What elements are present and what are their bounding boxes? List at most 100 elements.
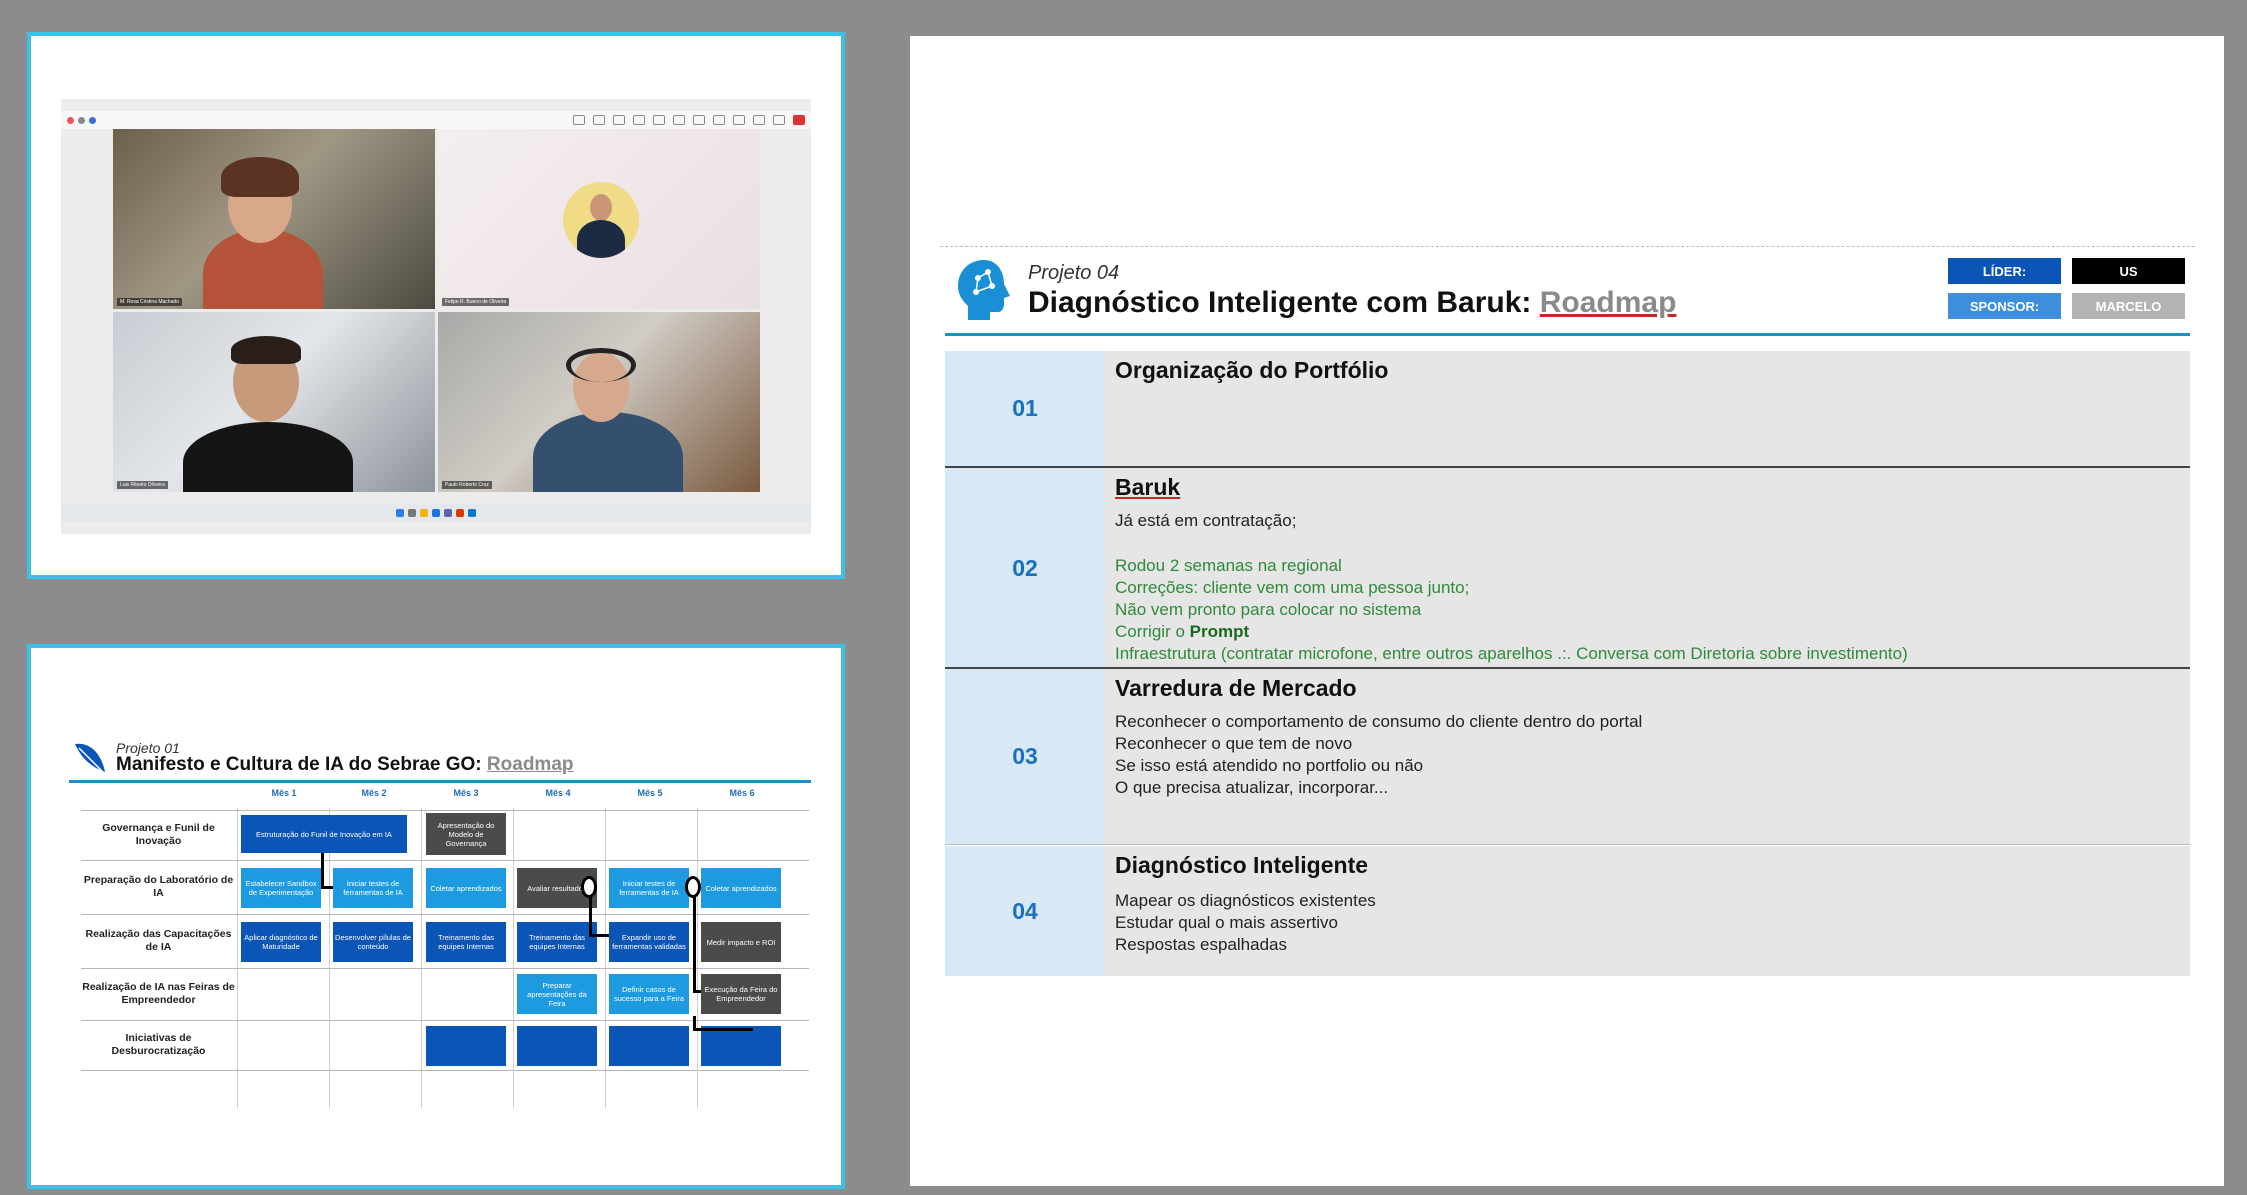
participant-name: Paulo Roberto Cruz	[442, 481, 492, 489]
section-title: Varredura de Mercado	[1115, 675, 1357, 701]
section-text: Não vem pronto para colocar no sistema	[1115, 600, 1422, 619]
taskbar	[61, 504, 811, 522]
section-title: Baruk	[1115, 474, 1181, 500]
maximize-dot-icon[interactable]	[89, 116, 96, 124]
task-cell: Expandir uso de ferramentas validadas	[609, 922, 689, 962]
row-label: Realização das Capacitações de IA	[85, 928, 232, 953]
task-block	[517, 1026, 597, 1066]
section-text: Respostas espalhadas	[1115, 935, 1288, 954]
close-dot-icon[interactable]	[67, 116, 74, 124]
task-block	[609, 1026, 689, 1066]
slide-title: Diagnóstico Inteligente com Baruk: Roadm…	[1028, 286, 1677, 319]
mail-icon[interactable]	[468, 509, 476, 517]
task-cell: Medir impacto e ROI	[701, 922, 781, 962]
task-cell: Definir casos de sucesso para a Feira	[609, 974, 689, 1014]
more-icon[interactable]	[713, 115, 725, 125]
section-title: Organização do Portfólio	[1115, 357, 1389, 383]
task-cell: Treinamento das equipes Internas	[517, 922, 597, 962]
participant-name: Luis Ribeiro Oliveira	[117, 481, 168, 489]
connector-node	[581, 876, 597, 898]
connector	[693, 990, 701, 993]
camera-icon[interactable]	[733, 115, 745, 125]
connector	[589, 934, 609, 937]
leave-call-icon[interactable]	[793, 115, 805, 125]
section-text: Correções: cliente vem com uma pessoa ju…	[1115, 578, 1470, 597]
month-header: Mês 6	[729, 788, 755, 798]
brain-head-icon	[958, 260, 1010, 320]
view-icon[interactable]	[653, 115, 665, 125]
month-header: Mês 3	[453, 788, 479, 798]
title-underline	[69, 780, 811, 783]
rooms-icon[interactable]	[673, 115, 685, 125]
participant-tile[interactable]: Luis Ribeiro Oliveira	[113, 312, 435, 492]
section-text: Mapear os diagnósticos existentes	[1115, 891, 1376, 910]
roadmap-slide-projeto-04: Projeto 04 Diagnóstico Inteligente com B…	[910, 36, 2224, 1186]
task-cell: Coletar aprendizados	[701, 868, 781, 908]
section-text: Reconhecer o comportamento de consumo do…	[1115, 712, 1643, 731]
task-cell: Iniciar testes de ferramentas de IA	[333, 868, 413, 908]
participant-tile[interactable]: Felipe R. Bueno de Oliveira	[438, 129, 760, 309]
section-divider	[945, 844, 2190, 845]
react-icon[interactable]	[633, 115, 645, 125]
connector	[321, 886, 333, 889]
roadmap-section-01: 01 Organização do Portfólio	[945, 351, 2190, 466]
section-number: 02	[945, 468, 1105, 668]
app-icon[interactable]	[456, 509, 464, 517]
section-text: Já está em contratação;	[1115, 511, 1297, 530]
roadmap-section-02: 02 Baruk Já está em contratação; Rodou 2…	[945, 468, 2190, 668]
row-label: Iniciativas de Desburocratização	[111, 1032, 206, 1057]
start-icon[interactable]	[396, 509, 404, 517]
share-icon[interactable]	[773, 115, 785, 125]
people-icon[interactable]	[593, 115, 605, 125]
task-cell: Iniciar testes de ferramentas de IA	[609, 868, 689, 908]
sponsor-value: MARCELO	[2072, 293, 2185, 319]
connector	[693, 1028, 753, 1031]
search-icon[interactable]	[408, 509, 416, 517]
month-header: Mês 1	[271, 788, 297, 798]
row-label: Preparação do Laboratório de IA	[83, 874, 234, 899]
chat-icon[interactable]	[573, 115, 585, 125]
task-cell: Execução da Feira do Empreendedor	[701, 974, 781, 1014]
section-text: Estudar qual o mais assertivo	[1115, 913, 1338, 932]
avatar	[563, 182, 639, 258]
browser-icon[interactable]	[432, 509, 440, 517]
month-header: Mês 4	[545, 788, 571, 798]
task-cell: Estruturação do Funil de Inovação em IA	[241, 815, 407, 853]
task-cell: Preparar apresentações da Feira	[517, 974, 597, 1014]
divider	[940, 246, 2195, 247]
roadmap-section-04: 04 Diagnóstico Inteligente Mapear os dia…	[945, 846, 2190, 976]
video-call-screenshot: M. Rosa Cristina Machado Felipe R. Bueno…	[27, 32, 845, 579]
section-text: O que precisa atualizar, incorporar...	[1115, 778, 1389, 797]
section-title: Diagnóstico Inteligente	[1115, 852, 1369, 878]
mic-icon[interactable]	[753, 115, 765, 125]
section-number: 04	[945, 846, 1105, 976]
connector-node	[685, 876, 701, 898]
minimize-dot-icon[interactable]	[78, 116, 85, 124]
section-text: Reconhecer o que tem de novo	[1115, 734, 1353, 753]
raise-hand-icon[interactable]	[613, 115, 625, 125]
participant-tile[interactable]: M. Rosa Cristina Machado	[113, 129, 435, 309]
teams-icon[interactable]	[444, 509, 452, 517]
meeting-title-bar	[61, 99, 811, 111]
connector	[589, 896, 592, 936]
row-label: Realização de IA nas Feiras de Empreende…	[82, 981, 235, 1006]
sponsor-label: SPONSOR:	[1948, 293, 2061, 319]
roadmap-slide-projeto-01: Projeto 01 Manifesto e Cultura de IA do …	[27, 644, 845, 1189]
task-cell: Apresentação do Modelo de Governança	[426, 813, 506, 855]
video-grid: M. Rosa Cristina Machado Felipe R. Bueno…	[61, 129, 811, 534]
roadmap-section-03: 03 Varredura de Mercado Reconhecer o com…	[945, 669, 2190, 844]
apps-icon[interactable]	[693, 115, 705, 125]
section-text: Infraestrutura (contratar microfone, ent…	[1115, 644, 1908, 663]
project-kicker: Projeto 04	[1028, 262, 1120, 284]
task-cell: Desenvolver pílulas de conteúdo	[333, 922, 413, 962]
participant-tile[interactable]: Paulo Roberto Cruz	[438, 312, 760, 492]
section-number: 01	[945, 351, 1105, 466]
participant-name: M. Rosa Cristina Machado	[117, 298, 182, 306]
connector	[321, 853, 324, 889]
folder-icon[interactable]	[420, 509, 428, 517]
task-cell: Treinamento das equipes Internas	[426, 922, 506, 962]
task-cell: Aplicar diagnóstico de Maturidade	[241, 922, 321, 962]
task-block	[701, 1026, 781, 1066]
meeting-toolbar	[61, 111, 811, 129]
task-cell: Estabelecer Sandbox de Experimentação	[241, 868, 321, 908]
